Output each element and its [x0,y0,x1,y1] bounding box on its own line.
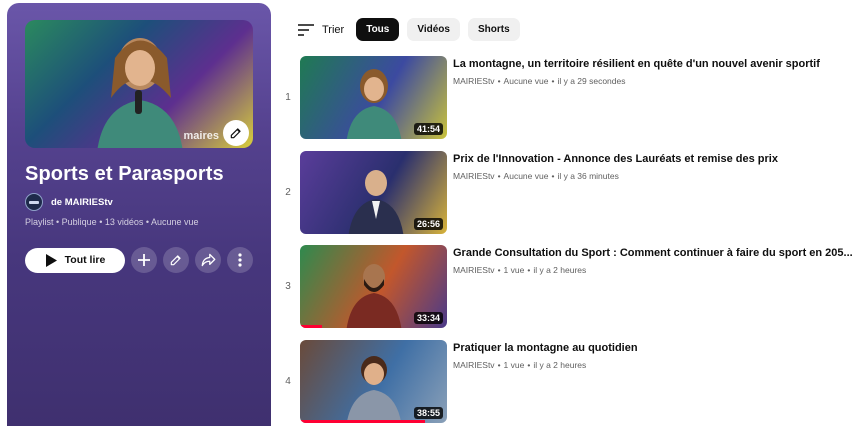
video-channel[interactable]: MAIRIEStv [453,265,495,275]
chip-videos[interactable]: Vidéos [407,18,460,41]
list-item[interactable]: 1 41:54 La montagne, un territoire résil… [282,56,860,151]
video-index: 4 [285,375,291,387]
video-info: Pratiquer la montagne au quotidien MAIRI… [453,341,858,370]
video-index: 3 [285,281,291,292]
video-thumbnail[interactable]: 38:55 [300,339,447,423]
more-options-button[interactable] [227,247,253,273]
video-meta: MAIRIEStv • Aucune vue • il y a 29 secondes [453,76,626,86]
watch-progress-bar [300,419,425,423]
video-meta: MAIRIEStv • 1 vue • il y a 2 heures [453,265,587,275]
cover-person-illustration [97,38,183,148]
video-age: il y a 2 heures [533,359,587,370]
play-icon [45,253,57,267]
video-channel[interactable]: MAIRIEStv [453,360,495,370]
thumbnail-person-illustration [346,264,402,328]
video-meta: MAIRIEStv • Aucune vue • il y a 36 minutes [453,170,619,181]
page: maires Sports et Parasports de MAIRIEStv… [0,0,860,426]
video-title[interactable]: Pratiquer la montagne au quotidien [453,341,858,355]
video-info: Prix de l'Innovation - Annonce des Lauré… [453,152,858,181]
sort-filter-bar: Trier Tous Vidéos Shorts [298,18,520,41]
video-thumbnail[interactable]: 33:34 [300,245,447,328]
video-meta: MAIRIEStv • 1 vue • il y a 2 heures [453,359,587,370]
video-thumbnail[interactable]: 26:56 [300,150,447,234]
video-duration: 41:54 [413,123,443,135]
playlist-owner[interactable]: de MAIRIEStv [25,193,113,211]
video-views: 1 vue [503,359,525,370]
video-age: il y a 29 secondes [557,76,626,86]
video-info: La montagne, un territoire résilient en … [453,57,858,86]
video-duration: 38:55 [413,406,443,419]
video-views: Aucune vue [503,76,549,86]
chip-all[interactable]: Tous [356,18,400,41]
filter-chips: Tous Vidéos Shorts [356,18,520,41]
video-channel[interactable]: MAIRIEStv [453,171,495,181]
playlist-title: Sports et Parasports [25,163,224,185]
video-index: 1 [285,92,291,103]
video-duration: 26:56 [413,217,443,230]
pencil-icon [230,128,241,139]
video-info: Grande Consultation du Sport : Comment c… [453,246,858,275]
chip-shorts[interactable]: Shorts [467,18,520,41]
edit-cover-button[interactable] [223,120,249,146]
video-title[interactable]: Prix de l'Innovation - Annonce des Lauré… [453,152,858,166]
share-button[interactable] [195,247,221,273]
video-title[interactable]: Grande Consultation du Sport : Comment c… [453,246,858,260]
cover-brand-mark: maires [183,130,219,142]
video-duration: 33:34 [413,312,443,324]
video-views: Aucune vue [503,170,549,181]
video-age: il y a 2 heures [533,265,587,275]
video-channel[interactable]: MAIRIEStv [453,76,495,86]
video-title[interactable]: La montagne, un territoire résilient en … [453,57,858,71]
thumbnail-person-illustration [346,69,402,139]
watch-progress-bar [300,325,323,328]
channel-name[interactable]: de MAIRIEStv [51,197,113,208]
sort-button[interactable]: Trier [298,24,344,36]
list-item[interactable]: 4 38:55 Pratiquer la montagne au quotidi… [282,339,860,426]
sort-icon [298,23,314,36]
channel-name-text: MAIRIEStv [64,196,113,208]
edit-playlist-button[interactable] [163,247,189,273]
play-all-label: Tout lire [64,254,106,266]
video-thumbnail[interactable]: 41:54 [300,56,447,139]
add-button[interactable] [131,247,157,273]
thumbnail-person-illustration [346,355,402,423]
more-vert-icon [238,253,242,267]
playlist-cover-image[interactable]: maires [25,20,253,148]
play-all-button[interactable]: Tout lire [25,247,125,273]
list-item[interactable]: 3 33:34 Grande Consultation du Sport : C… [282,245,860,340]
share-icon [201,253,215,267]
playlist-meta: Playlist • Publique • 13 vidéos • Aucune… [25,217,199,227]
pencil-icon [170,255,181,266]
thumbnail-person-illustration [348,169,404,234]
playlist-actions: Tout lire [25,247,253,273]
playlist-video-list: 1 41:54 La montagne, un territoire résil… [282,56,860,426]
list-item[interactable]: 2 26:56 Prix de l'Innovation - Annonce d… [282,150,860,246]
channel-prefix: de [51,196,63,208]
video-age: il y a 36 minutes [557,170,619,181]
video-views: 1 vue [503,265,525,275]
video-index: 2 [285,186,291,198]
playlist-header-panel: maires Sports et Parasports de MAIRIEStv… [7,3,271,426]
plus-icon [138,254,150,266]
channel-avatar[interactable] [25,193,43,211]
sort-label: Trier [322,23,345,36]
